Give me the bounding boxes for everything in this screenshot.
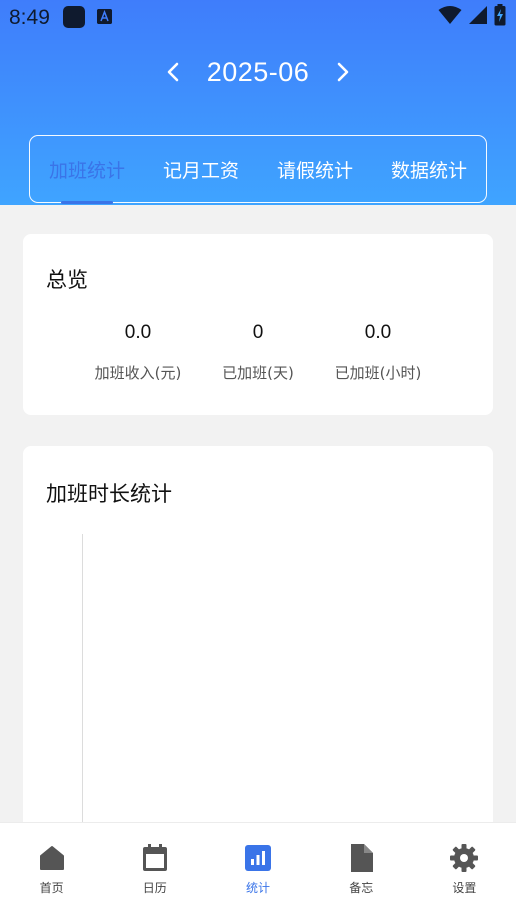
- keyboard-a-icon: [97, 9, 112, 24]
- stat-overtime-hours: 0.0 已加班(小时): [318, 322, 438, 383]
- nav-item-calendar[interactable]: 日历: [103, 823, 206, 917]
- home-icon: [38, 844, 66, 872]
- nav-item-memo[interactable]: 备忘: [310, 823, 413, 917]
- tab-label: 请假统计: [276, 159, 353, 182]
- status-bar: 8:49: [0, 0, 516, 36]
- stat-overtime-income: 0.0 加班收入(元): [78, 322, 198, 383]
- header: 8:49 2025-06 加班统计 记月工资 请假统计 数据统计: [0, 0, 516, 205]
- stat-value: 0: [252, 322, 264, 343]
- month-navigator: 2025-06: [0, 50, 516, 94]
- nav-label: 统计: [246, 881, 271, 895]
- stat-value: 0.0: [124, 322, 152, 343]
- stat-value: 0.0: [364, 322, 392, 343]
- nav-label: 备忘: [349, 881, 374, 895]
- nav-label: 日历: [142, 881, 167, 895]
- battery-charging-icon: [494, 4, 506, 30]
- overtime-chart-card: 加班时长统计: [23, 446, 493, 846]
- active-tab-indicator: [61, 201, 113, 204]
- overview-title: 总览: [46, 268, 88, 292]
- stat-label: 加班收入(元): [94, 364, 182, 382]
- document-icon: [347, 844, 375, 872]
- tab-label: 记月工资: [162, 159, 239, 182]
- gear-icon: [450, 844, 479, 872]
- stat-label: 已加班(小时): [334, 364, 422, 382]
- nav-item-stats[interactable]: 统计: [206, 823, 309, 917]
- stats-tabs: 加班统计 记月工资 请假统计 数据统计: [29, 135, 487, 204]
- status-time: 8:49: [9, 6, 50, 29]
- tab-overtime-stats[interactable]: 加班统计: [30, 136, 144, 204]
- stat-overtime-days: 0 已加班(天): [198, 322, 318, 383]
- month-label[interactable]: 2025-06: [207, 57, 310, 88]
- calendar-icon: [141, 844, 169, 872]
- bottom-navigation: 首页 日历 统计 备忘 设置: [0, 822, 516, 917]
- tab-monthly-salary[interactable]: 记月工资: [144, 136, 258, 202]
- chart-y-axis: [82, 534, 83, 834]
- overview-stats: 0.0 加班收入(元) 0 已加班(天) 0.0 已加班(小时): [23, 322, 493, 383]
- status-icons: [438, 4, 506, 30]
- tab-label: 加班统计: [48, 159, 125, 182]
- tab-label: 数据统计: [390, 159, 467, 182]
- nav-label: 首页: [39, 881, 64, 895]
- chart-title: 加班时长统计: [46, 482, 172, 506]
- tab-data-stats[interactable]: 数据统计: [372, 136, 486, 202]
- chevron-left-icon[interactable]: [151, 50, 195, 94]
- wifi-icon: [438, 5, 462, 29]
- chart-icon: [244, 844, 272, 872]
- stat-label: 已加班(天): [222, 364, 294, 382]
- tab-leave-stats[interactable]: 请假统计: [258, 136, 372, 202]
- chevron-right-icon[interactable]: [321, 50, 365, 94]
- app-icon: [63, 6, 85, 28]
- signal-icon: [468, 5, 488, 29]
- overview-card: 总览 0.0 加班收入(元) 0 已加班(天) 0.0 已加班(小时): [23, 234, 493, 415]
- nav-item-home[interactable]: 首页: [0, 823, 103, 917]
- nav-label: 设置: [452, 881, 477, 895]
- nav-item-settings[interactable]: 设置: [413, 823, 516, 917]
